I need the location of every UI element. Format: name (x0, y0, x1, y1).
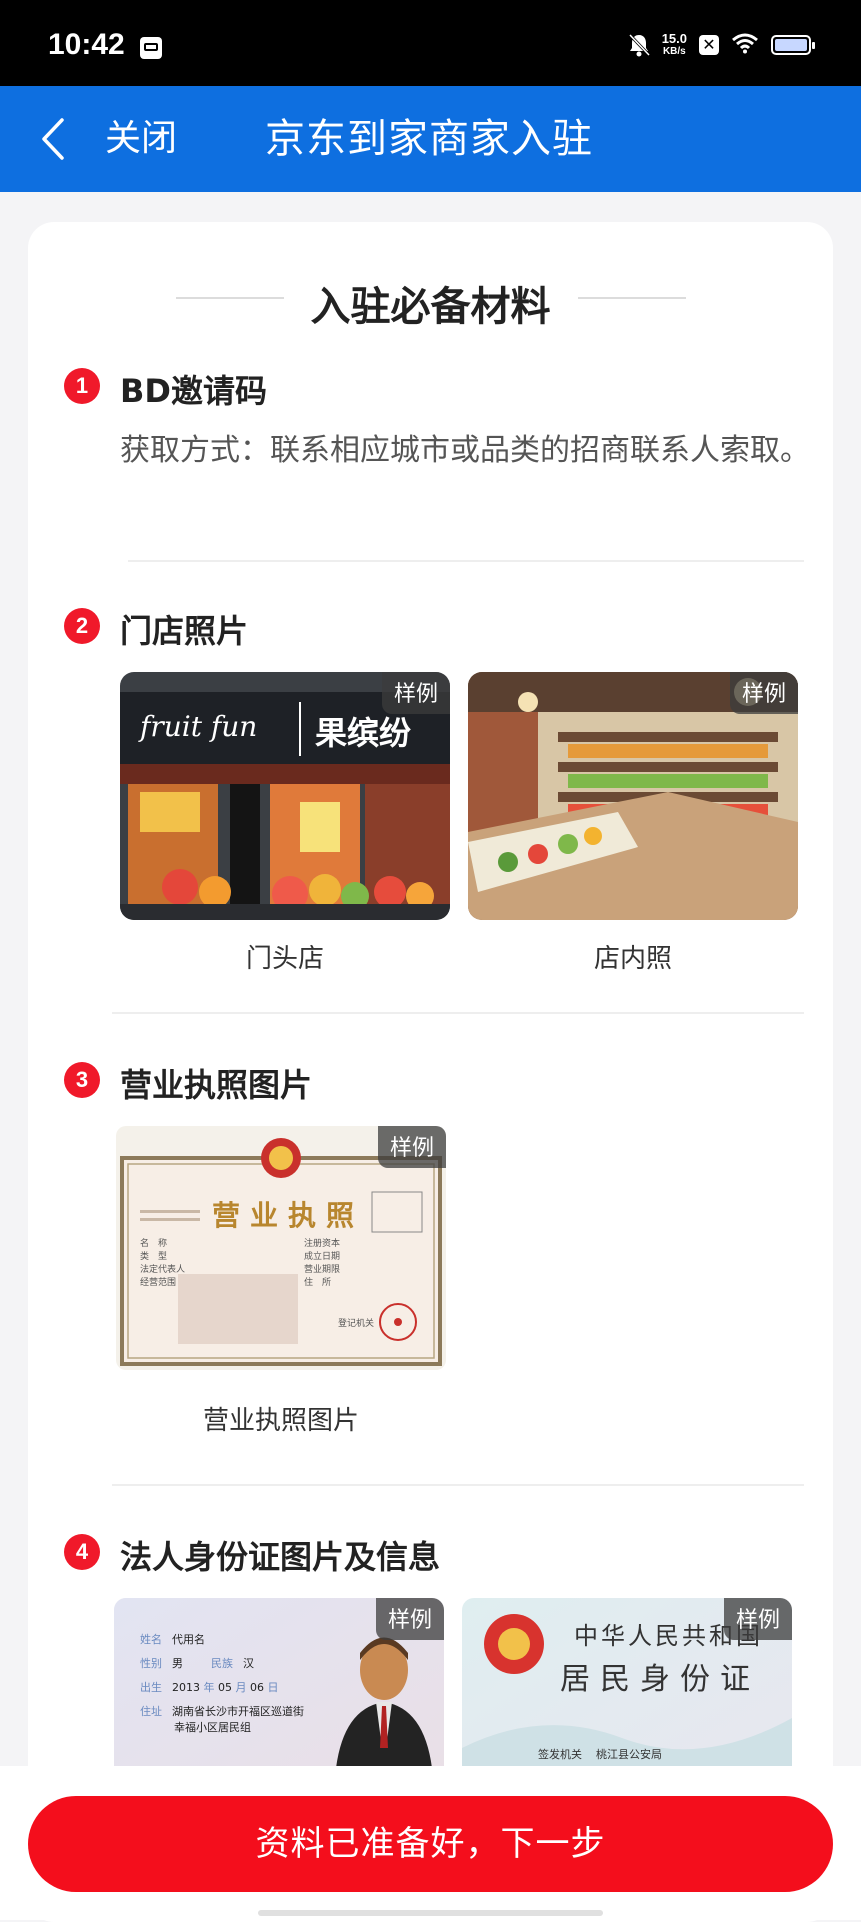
photo-caption-storefront: 门头店 (245, 944, 324, 974)
speed-unit: KB/s (662, 46, 686, 57)
sample-badge: 样例 (377, 1126, 446, 1168)
sample-badge: 样例 (723, 1598, 792, 1640)
license-field: 注册资本 (304, 1239, 341, 1249)
license-issuer: 登记机关 (338, 1319, 375, 1329)
photo-caption-business-license: 营业执照图片 (202, 1406, 359, 1436)
sample-badge: 样例 (375, 1598, 444, 1640)
section-desc-bd-code: 获取方式：联系相应城市或品类的招商联系人索取。 (120, 433, 810, 468)
back-icon[interactable] (38, 116, 68, 162)
id-back-line2: 居民身份证 (560, 1662, 760, 1697)
id-name: 代用名 (172, 1633, 205, 1646)
page-title: 京东到家商家入驻 (265, 116, 593, 162)
section-divider (112, 1484, 804, 1486)
battery-icon (771, 35, 815, 55)
id-back-issuer: 桃江县公安局 (596, 1748, 662, 1761)
speed-value: 15.0 (661, 31, 687, 46)
wifi-icon (731, 32, 759, 58)
license-field: 成立日期 (304, 1252, 341, 1262)
storefront-brand-en: fruit fun (140, 710, 258, 743)
interior-sample-image[interactable]: 样例 (468, 672, 798, 920)
next-step-button[interactable]: 资料已准备好，下一步 (28, 1796, 833, 1892)
section-divider (112, 1012, 804, 1014)
section-title-bd-code: BD邀请码 (120, 372, 267, 410)
nav-bar: 关闭 京东到家商家入驻 (0, 86, 861, 192)
license-left-fields: 名 称 类 型 法定代表人 经营范围 (140, 1238, 185, 1290)
section-title-business-license: 营业执照图片 (120, 1066, 313, 1104)
id-ethnic: 汉 (243, 1657, 254, 1670)
id-birth-month-unit: 月 (235, 1681, 247, 1694)
license-field: 类 型 (140, 1252, 168, 1262)
section-title-legal-id: 法人身份证图片及信息 (120, 1538, 441, 1576)
sample-badge: 样例 (381, 672, 450, 714)
id-address-label: 住址 (140, 1705, 162, 1718)
card-title: 入驻必备材料 (310, 284, 551, 330)
status-time: 10:42 (48, 28, 125, 61)
no-sim-icon: ✕ (699, 35, 719, 55)
license-right-fields: 注册资本 成立日期 营业期限 住 所 (304, 1238, 340, 1290)
id-gender: 男 (172, 1657, 183, 1670)
id-birth-day: 06 (250, 1681, 264, 1694)
id-ethnic-label: 民族 (211, 1657, 233, 1670)
storefront-sample-image[interactable]: fruit fun 果缤纷 样例 (120, 672, 450, 920)
license-title: 营业执照 (212, 1199, 365, 1232)
business-license-sample-image[interactable]: 营业执照 名 称 类 型 法定代表人 经营范围 注册资本 成立日期 营业期限 住… (116, 1126, 446, 1370)
license-field: 法定代表人 (140, 1265, 186, 1275)
section-number-1: 1 (64, 368, 100, 404)
license-field: 住 所 (304, 1278, 332, 1288)
license-field: 经营范围 (140, 1278, 177, 1288)
id-address-line2: 幸福小区居民组 (174, 1721, 251, 1734)
id-name-label: 姓名 (140, 1633, 162, 1646)
close-button[interactable]: 关闭 (105, 116, 177, 162)
storefront-brand-cn: 果缤纷 (315, 714, 412, 752)
status-bar: 10:42 15.0 KB/s ✕ (0, 0, 861, 86)
id-birth-year-unit: 年 (203, 1681, 215, 1694)
id-back-issuer-label: 签发机关 (538, 1748, 582, 1761)
mute-bell-icon (628, 33, 650, 57)
license-field: 营业期限 (304, 1265, 341, 1275)
id-gender-label: 性别 (140, 1657, 162, 1670)
sample-badge: 样例 (729, 672, 798, 714)
section-divider (128, 560, 804, 562)
materials-card: 入驻必备材料 1 BD邀请码 获取方式：联系相应城市或品类的招商联系人索取。 2… (28, 222, 833, 1922)
id-birth-label: 出生 (140, 1681, 162, 1694)
id-birth-month: 05 (218, 1681, 232, 1694)
calendar-icon (140, 37, 162, 59)
photo-caption-interior: 店内照 (593, 944, 672, 974)
section-number-4: 4 (64, 1534, 100, 1570)
id-birth-day-unit: 日 (267, 1681, 279, 1694)
network-speed: 15.0 KB/s (662, 32, 687, 58)
section-number-3: 3 (64, 1062, 100, 1098)
id-front-fields: 姓名 代用名 性别男 民族汉 出生 2013 年 05 月 06 日 住址 湖南省长沙市… (140, 1628, 304, 1736)
title-divider-right (578, 297, 686, 299)
id-address-line1: 湖南省长沙市开福区巡道街 (172, 1705, 304, 1718)
home-indicator (258, 1910, 603, 1916)
section-title-store-photos: 门店照片 (120, 612, 249, 650)
section-number-2: 2 (64, 608, 100, 644)
id-birth-year: 2013 (172, 1681, 200, 1694)
license-field: 名 称 (140, 1239, 168, 1249)
